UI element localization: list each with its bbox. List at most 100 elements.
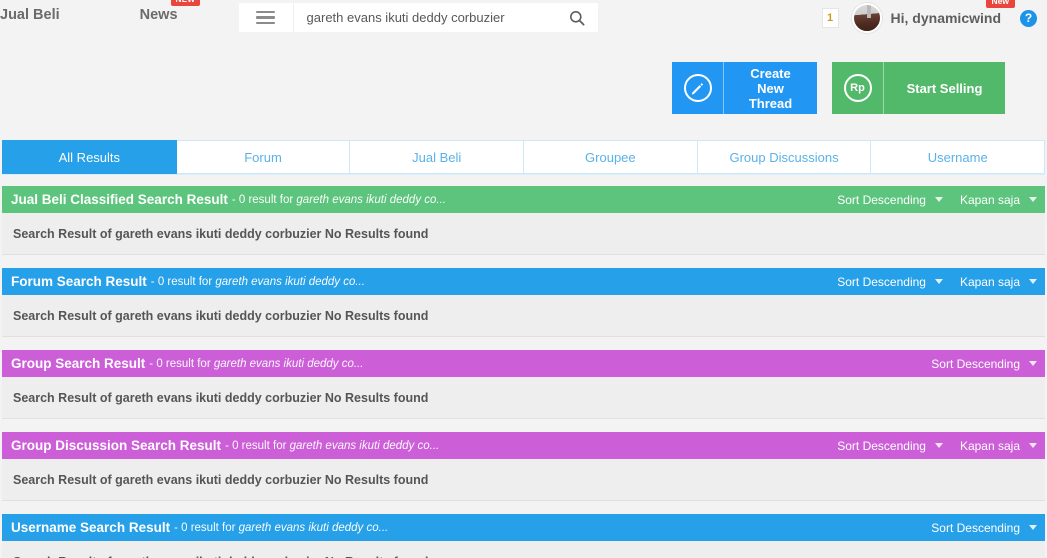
section-query-snippet: gareth evans ikuti deddy co...	[238, 521, 389, 534]
section-result-count: - 0 result for	[225, 439, 290, 452]
section-header-jual-beli-classified-search-result: Jual Beli Classified Search Result - 0 re…	[2, 186, 1045, 213]
pencil-glyph	[691, 82, 704, 94]
create-new-thread-button[interactable]: Create New Thread	[672, 62, 817, 114]
no-results-message: Search Result of gareth evans ikuti dedd…	[13, 472, 429, 487]
chevron-down-icon	[1029, 443, 1037, 448]
section-jual-beli-classified-search-result: Jual Beli Classified Search Result - 0 re…	[2, 186, 1045, 255]
sort-dropdown-label: Sort Descending	[931, 520, 1020, 535]
section-controls: Sort Descending Kapan saja	[837, 193, 1037, 207]
time-filter-dropdown[interactable]: Kapan saja	[960, 439, 1037, 453]
search-button[interactable]	[555, 3, 598, 32]
time-filter-dropdown[interactable]: Kapan saja	[960, 193, 1037, 207]
sort-dropdown-label: Sort Descending	[837, 274, 926, 289]
chevron-down-icon	[934, 197, 943, 202]
hamburger-icon[interactable]	[238, 3, 293, 32]
sort-dropdown[interactable]: Sort Descending	[837, 193, 943, 207]
section-forum-search-result: Forum Search Result - 0 result for gareth…	[2, 268, 1045, 337]
section-title: Forum Search Result	[11, 274, 147, 289]
search-result-tabs: All Results Forum Jual Beli Groupee Group Di…	[2, 140, 1046, 175]
section-controls: Sort Descending	[931, 357, 1037, 371]
hamburger-bar	[256, 21, 276, 25]
tab-jual-beli[interactable]: Jual Beli	[350, 140, 525, 174]
section-result-count: - 0 result for	[150, 275, 216, 288]
tab-label: Username	[927, 149, 988, 165]
section-title: Group Discussion Search Result	[11, 438, 222, 453]
time-filter-dropdown-label: Kapan saja	[959, 192, 1020, 207]
section-query-snippet: gareth evans ikuti deddy co...	[296, 193, 446, 206]
section-title: Jual Beli Classified Search Result	[11, 192, 228, 207]
time-filter-dropdown[interactable]: Kapan saja	[960, 275, 1037, 289]
section-subtitle: - 0 result for gareth evans ikuti deddy …	[151, 276, 365, 288]
section-header-group-discussion-search-result: Group Discussion Search Result - 0 result…	[2, 432, 1045, 459]
tab-groupee[interactable]: Groupee	[524, 140, 698, 174]
user-greeting[interactable]: Hi, dynamicwind New	[890, 0, 1015, 26]
hamburger-bar	[256, 10, 276, 14]
section-group-discussion-search-result: Group Discussion Search Result - 0 result…	[2, 432, 1045, 501]
nav-link-jual-beli[interactable]: Jual Beli	[0, 0, 66, 30]
nav-link-news-label: News	[139, 7, 178, 23]
search-bar	[292, 3, 598, 32]
section-controls: Sort Descending	[931, 521, 1037, 535]
notification-count-badge[interactable]: 1	[821, 7, 839, 28]
section-subtitle: - 0 result for gareth evans ikuti deddy …	[225, 440, 439, 452]
topbar-user-area: 1 Hi, dynamicwind New ?	[821, 0, 1037, 36]
start-selling-icon-wrap: Rp	[832, 62, 883, 114]
section-query-snippet: gareth evans ikuti deddy co...	[215, 275, 365, 288]
section-body-username-search-result: Search Result of gareth evans ikuti dedd…	[2, 541, 1045, 558]
nav-link-news[interactable]: News NEW	[134, 0, 201, 30]
tab-group-discussions[interactable]: Group Discussions	[697, 140, 872, 174]
help-icon[interactable]: ?	[1020, 9, 1037, 27]
section-body-forum-search-result: Search Result of gareth evans ikuti dedd…	[2, 295, 1045, 337]
chevron-down-icon	[1029, 279, 1037, 284]
section-query-snippet: gareth evans ikuti deddy co...	[289, 439, 440, 452]
section-body-group-discussion-search-result: Search Result of gareth evans ikuti dedd…	[2, 459, 1045, 501]
pencil-icon	[683, 74, 712, 102]
section-subtitle: - 0 result for gareth evans ikuti deddy …	[174, 522, 388, 534]
section-controls: Sort Descending Kapan saja	[837, 439, 1037, 453]
tab-label: Group Discussions	[729, 149, 839, 165]
user-greeting-label: Hi, dynamicwind	[890, 10, 1001, 26]
no-results-message: Search Result of gareth evans ikuti dedd…	[13, 555, 428, 558]
sort-dropdown[interactable]: Sort Descending	[837, 275, 943, 289]
time-filter-dropdown-label: Kapan saja	[959, 274, 1020, 289]
section-title: Group Search Result	[11, 356, 146, 371]
create-thread-icon-wrap	[672, 62, 723, 114]
section-title: Username Search Result	[11, 520, 171, 535]
section-result-count: - 0 result for	[149, 357, 214, 370]
chevron-down-icon	[1029, 197, 1037, 202]
sort-dropdown-label: Sort Descending	[837, 192, 926, 207]
tab-label: Groupee	[585, 149, 636, 165]
greeting-new-badge: New	[985, 0, 1015, 8]
no-results-message: Search Result of gareth evans ikuti dedd…	[13, 226, 429, 241]
section-body-group-search-result: Search Result of gareth evans ikuti dedd…	[2, 377, 1045, 419]
news-new-badge: NEW	[170, 0, 201, 6]
hamburger-bar	[256, 16, 276, 19]
search-result-sections: Jual Beli Classified Search Result - 0 re…	[0, 186, 1047, 558]
section-body-jual-beli-classified-search-result: Search Result of gareth evans ikuti dedd…	[2, 213, 1045, 255]
tab-forum[interactable]: Forum	[176, 140, 351, 174]
section-group-search-result: Group Search Result - 0 result for gareth…	[2, 350, 1045, 419]
search-input[interactable]	[293, 10, 556, 25]
tab-label: Jual Beli	[412, 149, 462, 165]
time-filter-dropdown-label: Kapan saja	[959, 438, 1020, 453]
sort-dropdown[interactable]: Sort Descending	[931, 357, 1037, 371]
tab-all-results[interactable]: All Results	[2, 140, 177, 174]
sort-dropdown[interactable]: Sort Descending	[931, 521, 1037, 535]
sort-dropdown[interactable]: Sort Descending	[837, 439, 943, 453]
nav-link-jual-beli-label: Jual Beli	[0, 7, 60, 23]
chevron-down-icon	[934, 279, 943, 284]
rupiah-icon: Rp	[843, 74, 872, 102]
start-selling-button[interactable]: Rp Start Selling	[832, 62, 1005, 114]
section-header-username-search-result: Username Search Result - 0 result for gar…	[2, 514, 1045, 541]
sort-dropdown-label: Sort Descending	[837, 438, 926, 453]
avatar[interactable]	[851, 3, 882, 33]
search-icon	[569, 10, 585, 26]
section-header-group-search-result: Group Search Result - 0 result for gareth…	[2, 350, 1045, 377]
tab-username[interactable]: Username	[871, 140, 1046, 174]
start-selling-label: Start Selling	[883, 62, 1005, 114]
action-button-row: Create New Thread Rp Start Selling	[0, 36, 1047, 140]
section-subtitle: - 0 result for gareth evans ikuti deddy …	[149, 358, 363, 370]
chevron-down-icon	[1029, 361, 1037, 366]
tab-label: Forum	[244, 149, 282, 165]
chevron-down-icon	[934, 443, 943, 448]
